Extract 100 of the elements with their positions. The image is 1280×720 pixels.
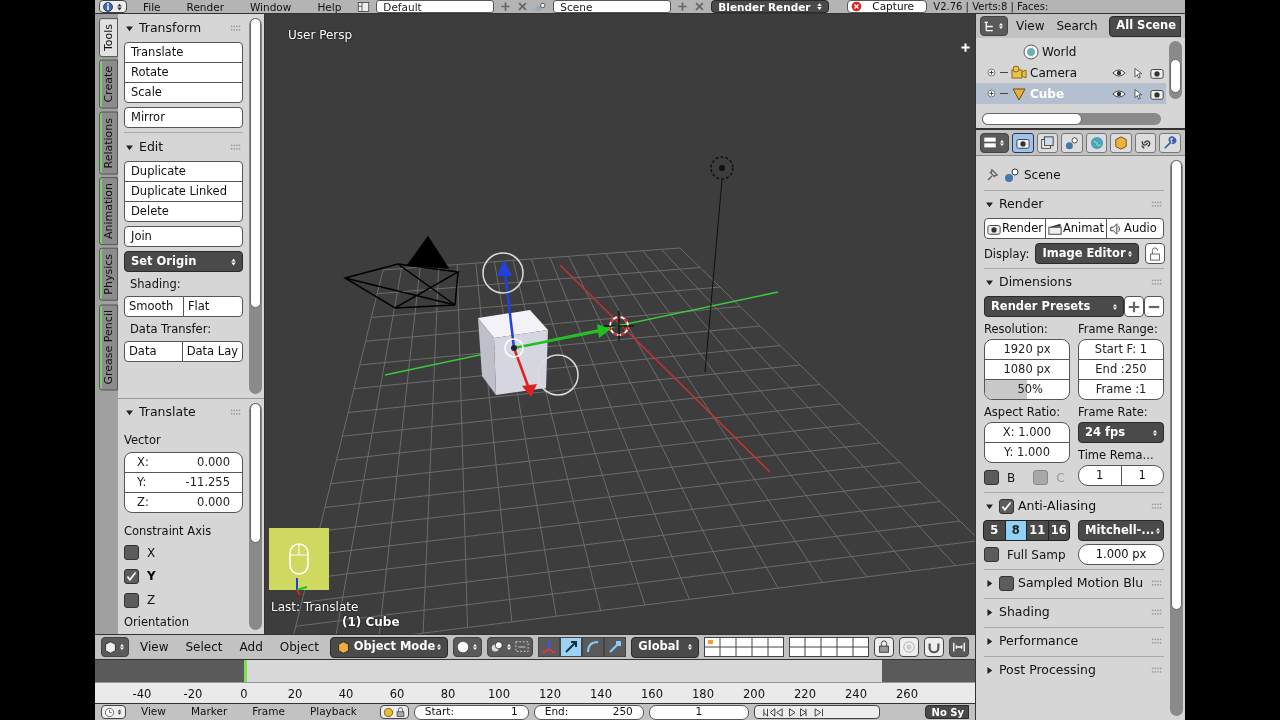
mode-dropdown[interactable]: Object Mode	[329, 636, 449, 658]
lock-button[interactable]	[1144, 243, 1165, 264]
editor-type-button[interactable]	[99, 0, 127, 13]
dropdown-menu[interactable]: Set Origin	[124, 251, 243, 272]
sample-button[interactable]: 5	[983, 520, 1006, 541]
toolbar-button[interactable]	[604, 637, 627, 657]
checkbox[interactable]	[984, 470, 999, 485]
checkbox[interactable]	[999, 498, 1014, 514]
expand-arrow-icon[interactable]	[984, 635, 995, 647]
outliner-row[interactable]: Camera	[976, 62, 1166, 83]
outliner-row[interactable]: World	[976, 41, 1166, 62]
panel-title[interactable]: Transform	[139, 18, 202, 38]
panel-title[interactable]: Anti-Aliasing	[1018, 496, 1097, 516]
scrollbar[interactable]	[982, 113, 1161, 125]
menu-item[interactable]: Select	[179, 638, 229, 656]
menu-item[interactable]: Playback	[299, 704, 367, 720]
panel-title[interactable]: Sampled Motion Blu	[1018, 573, 1144, 593]
panel-title[interactable]: Performance	[999, 631, 1079, 651]
number-field[interactable]: Start F: 1	[1078, 339, 1164, 360]
editor-type-button[interactable]	[980, 16, 1008, 36]
menu-item[interactable]: Search	[1052, 17, 1102, 35]
layer-grid[interactable]	[789, 637, 869, 657]
editor-type-button[interactable]	[101, 637, 129, 657]
panel-title[interactable]: Post Processing	[999, 660, 1096, 680]
expand-icon[interactable]	[986, 88, 997, 99]
panel-title[interactable]: Edit	[139, 137, 164, 157]
number-field[interactable]: 1	[1078, 465, 1122, 486]
menu-item[interactable]: Help	[307, 0, 352, 13]
sidebar-tab[interactable]: Relations	[99, 111, 118, 175]
menu-item[interactable]: View	[1012, 17, 1049, 35]
add-preset-button[interactable]	[1124, 296, 1144, 317]
name-field[interactable]: Scene	[553, 0, 672, 13]
editor-type-button[interactable]	[980, 132, 1009, 153]
toolbar-button[interactable]	[924, 637, 944, 657]
menu-item[interactable]: Object	[273, 638, 325, 656]
tool-button[interactable]: Data Lay	[181, 341, 243, 362]
sample-button[interactable]: 11	[1026, 520, 1049, 541]
panel-title[interactable]: Render	[999, 194, 1044, 214]
outliner-item-name[interactable]: Camera	[1030, 63, 1078, 82]
filter-dropdown[interactable]: Mitchell-...	[1078, 520, 1164, 541]
keyframe-button[interactable]	[379, 705, 409, 719]
layout-icon[interactable]	[357, 0, 371, 13]
number-field[interactable]: Frame :1	[1078, 379, 1164, 400]
number-field[interactable]: 1080 px	[984, 359, 1070, 380]
sample-button[interactable]: 16	[1047, 520, 1070, 541]
checkbox[interactable]	[999, 575, 1014, 591]
tool-button[interactable]: Mirror	[124, 107, 243, 128]
number-field[interactable]: X: 0.000	[124, 451, 243, 473]
tool-button[interactable]: Smooth	[124, 296, 184, 317]
checkbox[interactable]	[124, 568, 139, 584]
properties-tab[interactable]	[1134, 132, 1157, 153]
number-field[interactable]: 1.000 px	[1078, 544, 1164, 565]
tool-button[interactable]: Scale	[124, 82, 243, 103]
menu-item[interactable]: Render	[176, 0, 234, 13]
menu-item[interactable]: Marker	[180, 704, 238, 720]
scrollbar[interactable]	[1170, 160, 1183, 716]
number-field[interactable]: Z: 0.000	[124, 491, 243, 513]
expand-arrow-icon[interactable]	[984, 606, 995, 618]
close-icon[interactable]	[694, 1, 706, 12]
sidebar-tab[interactable]: Animation	[99, 177, 118, 246]
outliner-item-name[interactable]: World	[1042, 42, 1077, 61]
tool-button[interactable]: Join	[124, 226, 243, 247]
menu-item[interactable]: Add	[233, 638, 269, 656]
toolbar-button[interactable]	[560, 637, 583, 657]
tool-button[interactable]: Flat	[183, 296, 243, 317]
close-icon[interactable]	[517, 1, 529, 12]
shading-dropdown[interactable]	[453, 637, 483, 657]
capture-button[interactable]: Capture	[847, 0, 928, 13]
number-field[interactable]: 1920 px	[984, 339, 1070, 360]
menu-item[interactable]: Window	[239, 0, 302, 13]
expand-icon[interactable]	[986, 67, 997, 78]
pivot-dropdown[interactable]	[487, 637, 534, 657]
expand-arrow-icon[interactable]	[984, 577, 995, 589]
menu-item[interactable]: File	[133, 0, 171, 13]
toolbar-button[interactable]	[949, 637, 969, 657]
layer-grid[interactable]	[704, 637, 784, 657]
number-field[interactable]: Y: -11.255	[124, 471, 243, 493]
orientation-dropdown[interactable]: Global	[631, 636, 699, 658]
sidebar-tab[interactable]: Create	[99, 60, 118, 109]
cursor-icon[interactable]	[1132, 65, 1144, 80]
render-button[interactable]: Audio	[1106, 218, 1164, 239]
sidebar-tab[interactable]: Tools	[99, 18, 118, 58]
display-mode-dropdown[interactable]: All Scene	[1109, 15, 1181, 37]
number-field[interactable]: End :250	[1078, 359, 1164, 380]
checkbox[interactable]	[124, 545, 139, 561]
expand-arrow-icon[interactable]	[984, 664, 995, 676]
cursor-icon[interactable]	[1132, 86, 1144, 101]
panel-title[interactable]: Dimensions	[999, 272, 1072, 292]
number-field[interactable]: X: 1.000	[984, 422, 1070, 443]
number-field[interactable]: Y: 1.000	[984, 442, 1070, 463]
display-dropdown[interactable]: Image Editor	[1035, 243, 1139, 264]
scrollbar[interactable]	[249, 403, 262, 630]
render-button[interactable]: Animat	[1044, 218, 1108, 239]
tool-button[interactable]: Rotate	[124, 62, 243, 83]
sidebar-tab[interactable]: Grease Pencil	[99, 303, 118, 391]
toolbar-button[interactable]	[582, 637, 605, 657]
toolbar-button[interactable]	[874, 637, 894, 657]
tool-button[interactable]: Data	[124, 341, 183, 362]
tool-button[interactable]: Translate	[124, 42, 243, 63]
scene-icon[interactable]	[534, 0, 548, 13]
